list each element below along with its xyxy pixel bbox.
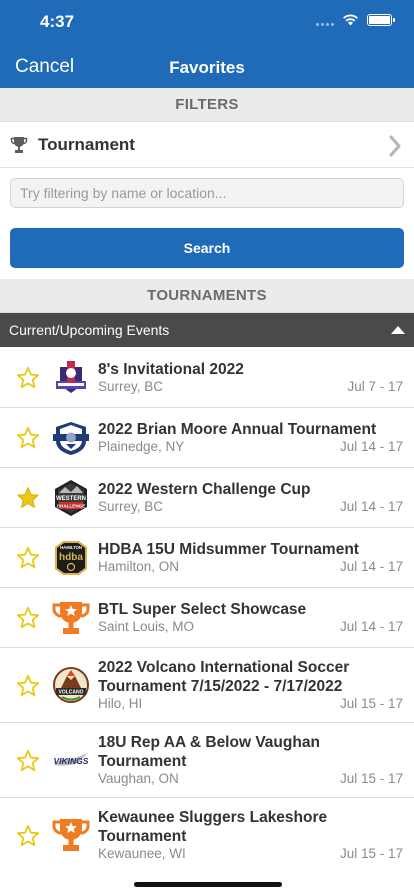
event-dates: Jul 7 - 17 [347, 379, 403, 394]
page-title: Favorites [169, 58, 245, 77]
event-location: Hilo, HI [98, 696, 143, 711]
collapse-caret-icon [391, 326, 405, 334]
chevron-right-icon [389, 135, 401, 157]
star-filled-icon[interactable] [16, 486, 40, 510]
event-dates: Jul 15 - 17 [339, 696, 403, 711]
search-input[interactable] [10, 178, 404, 208]
hamilton-hdba-logo: HAMILTON hdba [55, 541, 87, 575]
battery-icon [367, 14, 395, 26]
event-location: Hamilton, ON [98, 559, 180, 574]
event-list: 8's Invitational 2022 Surrey, BC Jul 7 -… [0, 347, 414, 873]
event-name: BTL Super Select Showcase [98, 601, 307, 618]
trophy-logo [52, 819, 90, 851]
status-icons [316, 14, 395, 26]
hdba-logo-text: hdba [59, 552, 83, 563]
event-location: Saint Louis, MO [98, 619, 195, 634]
event-location: Surrey, BC [98, 379, 164, 394]
shield-crest-logo [53, 422, 89, 455]
star-outline-icon[interactable] [16, 606, 40, 630]
event-name: 8's Invitational 2022 [98, 361, 244, 378]
volcano-logo-text: VOLCANO [59, 690, 84, 696]
event-row[interactable]: 2022 Brian Moore Annual Tournament Plain… [0, 408, 414, 468]
event-dates: Jul 14 - 17 [339, 559, 403, 574]
event-dates: Jul 15 - 17 [339, 846, 403, 861]
cellular-signal-icon [316, 14, 334, 26]
event-location: Surrey, BC [98, 499, 164, 514]
status-time: 4:37 [40, 12, 75, 31]
event-name: HDBA 15U Midsummer Tournament [98, 541, 359, 558]
event-row[interactable]: VOLCANO 2022 Volcano International Socce… [0, 648, 414, 723]
star-outline-icon[interactable] [16, 426, 40, 450]
star-outline-icon[interactable] [16, 366, 40, 390]
trophy-icon [10, 137, 28, 153]
vikings-logo: VIKINGS [54, 753, 89, 766]
western-logo-text: WESTERN [56, 496, 86, 502]
challenge-logo-text: CHALLENGE [57, 503, 86, 508]
event-dates: Jul 14 - 17 [339, 439, 403, 454]
search-button[interactable]: Search [10, 228, 404, 268]
event-location: Kewaunee, WI [98, 846, 186, 861]
event-row[interactable]: 8's Invitational 2022 Surrey, BC Jul 7 -… [0, 347, 414, 408]
event-row[interactable]: Kewaunee Sluggers Lakeshore Tournament K… [0, 798, 414, 873]
event-name: 18U Rep AA & Below Vaughan Tournament [98, 734, 320, 770]
filters-section-header: FILTERS [0, 88, 414, 122]
app-header: 4:37 Cancel Favorites [0, 0, 414, 88]
event-dates: Jul 15 - 17 [339, 771, 403, 786]
event-name: 2022 Volcano International Soccer Tourna… [98, 659, 350, 695]
event-location: Plainedge, NY [98, 439, 185, 454]
tournament-filter-label: Tournament [38, 135, 135, 154]
home-indicator[interactable] [134, 882, 282, 887]
tournament-filter-row[interactable]: Tournament [0, 123, 414, 168]
star-outline-icon[interactable] [16, 824, 40, 848]
event-row[interactable]: WESTERN CHALLENGE 2022 Western Challenge… [0, 468, 414, 528]
star-outline-icon[interactable] [16, 674, 40, 698]
events-group-label: Current/Upcoming Events [9, 322, 170, 338]
tournaments-section-header: TOURNAMENTS [0, 279, 414, 313]
star-outline-icon[interactable] [16, 546, 40, 570]
event-name: Kewaunee Sluggers Lakeshore Tournament [98, 809, 328, 845]
event-row[interactable]: HAMILTON hdba HDBA 15U Midsummer Tournam… [0, 528, 414, 588]
event-dates: Jul 14 - 17 [339, 619, 403, 634]
event-row[interactable]: BTL Super Select Showcase Saint Louis, M… [0, 588, 414, 648]
event-location: Vaughan, ON [98, 771, 179, 786]
invitational-logo [56, 361, 86, 393]
hamilton-logo-text: HAMILTON [60, 545, 82, 550]
events-group-header[interactable]: Current/Upcoming Events [0, 313, 414, 347]
western-challenge-logo: WESTERN CHALLENGE [55, 480, 87, 516]
event-name: 2022 Western Challenge Cup [98, 481, 311, 498]
event-name: 2022 Brian Moore Annual Tournament [98, 421, 377, 438]
wifi-icon [343, 14, 358, 26]
trophy-logo [52, 602, 90, 634]
event-row[interactable]: VIKINGS 18U Rep AA & Below Vaughan Tourn… [0, 723, 414, 798]
volcano-logo: VOLCANO [53, 667, 89, 703]
event-dates: Jul 14 - 17 [339, 499, 403, 514]
star-outline-icon[interactable] [16, 749, 40, 773]
vikings-logo-text: VIKINGS [54, 756, 89, 766]
